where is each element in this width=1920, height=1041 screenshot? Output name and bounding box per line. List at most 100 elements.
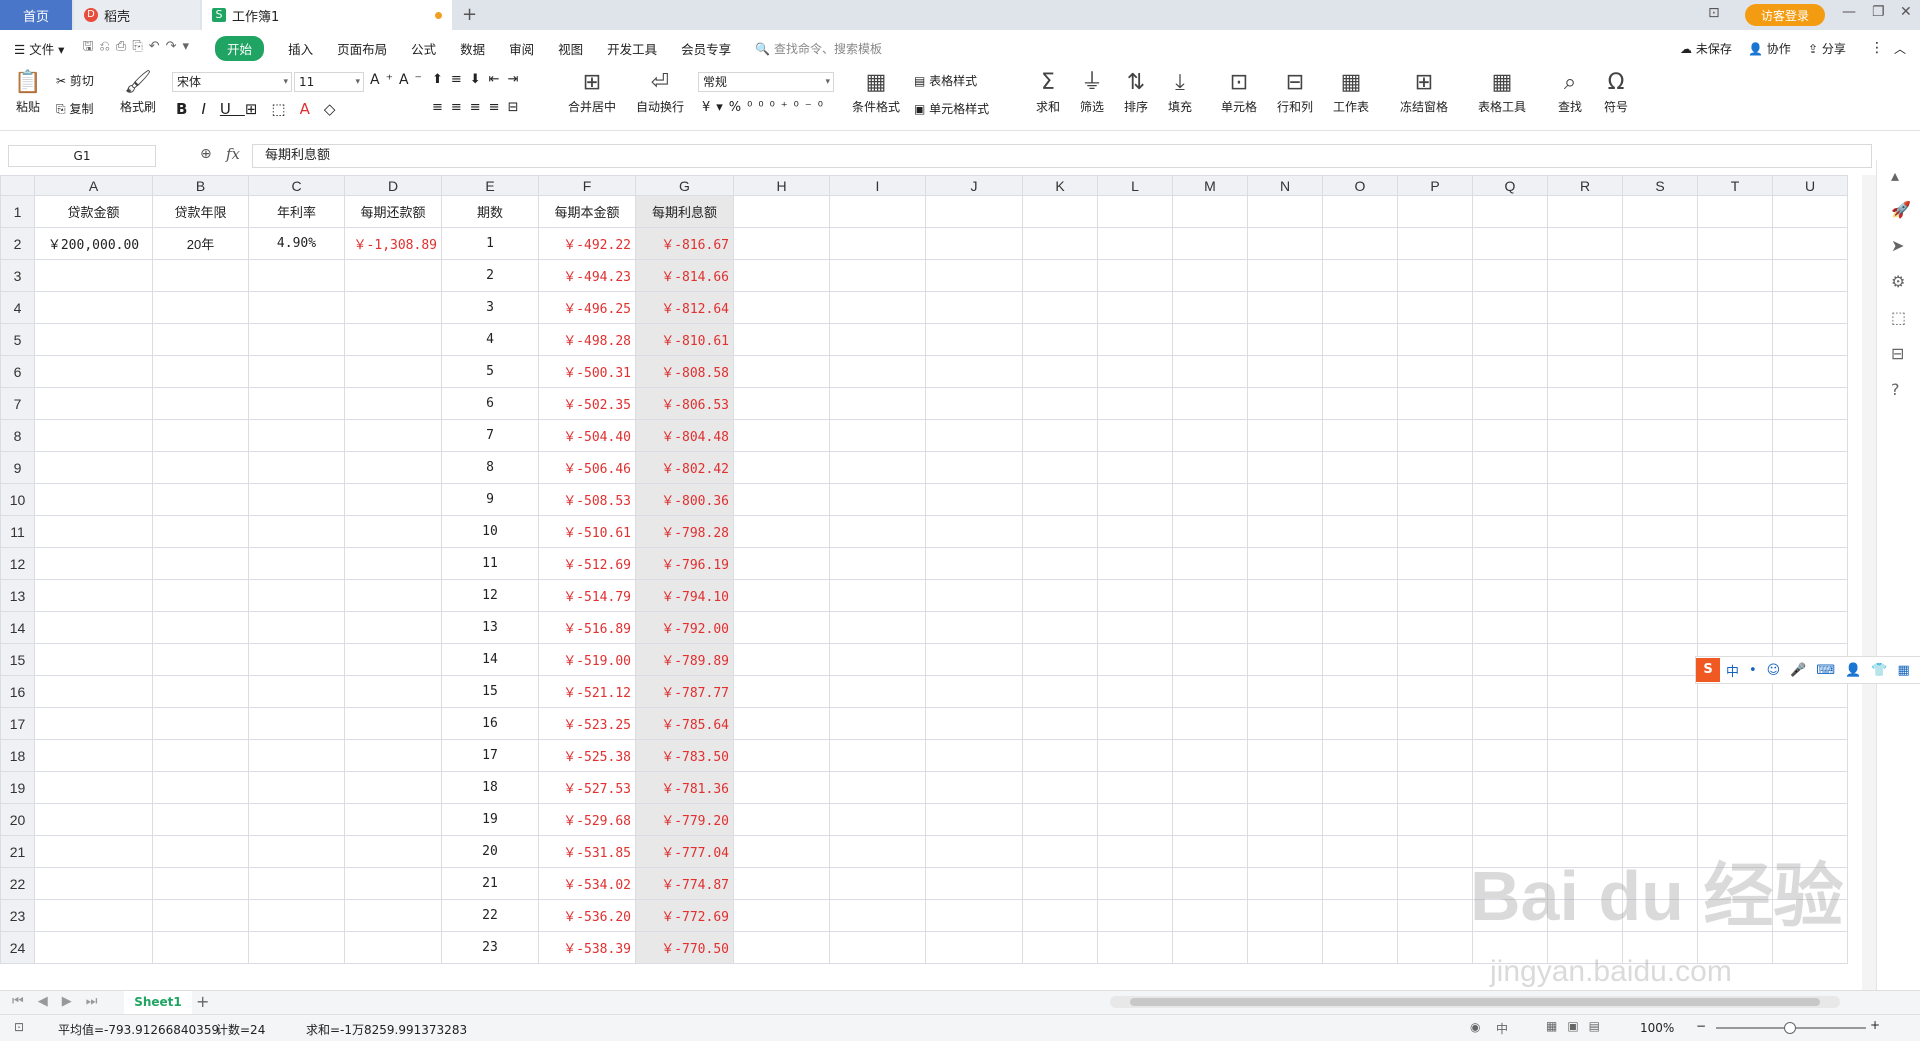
row-header[interactable]: 24 (0, 931, 35, 964)
cell[interactable] (1697, 387, 1773, 420)
fill-button[interactable]: ⤓ 填充 (1162, 70, 1198, 115)
cell[interactable] (1472, 675, 1548, 708)
cell[interactable] (1247, 323, 1323, 356)
cell[interactable] (1022, 547, 1098, 580)
cell[interactable] (1622, 643, 1698, 676)
cell[interactable] (1697, 227, 1773, 260)
cell[interactable] (1172, 291, 1248, 324)
period-cell[interactable]: 5 (441, 355, 539, 388)
interest-cell[interactable]: ￥-814.66 (635, 259, 734, 292)
interest-cell[interactable]: ￥-789.89 (635, 643, 734, 676)
vertical-scrollbar[interactable] (1862, 175, 1876, 990)
minimize-icon[interactable]: — (1842, 4, 1856, 20)
sum-button[interactable]: Σ 求和 (1030, 70, 1066, 115)
period-cell[interactable]: 23 (441, 931, 539, 964)
cell[interactable] (829, 707, 926, 740)
cell[interactable] (925, 771, 1023, 804)
cell[interactable] (733, 771, 830, 804)
cell[interactable] (1022, 771, 1098, 804)
cell[interactable] (733, 259, 830, 292)
number-format-select[interactable]: 常规 (698, 72, 834, 92)
sheet-tab-sheet1[interactable]: Sheet1 (124, 991, 192, 1014)
period-cell[interactable]: 22 (441, 899, 539, 932)
quick-access-icons[interactable]: 🖫⎌⎙⎘↶↷▾ (82, 37, 195, 59)
cell[interactable] (1022, 419, 1098, 452)
cell[interactable] (1322, 483, 1398, 516)
row-header[interactable]: 3 (0, 259, 35, 292)
row-header[interactable]: 1 (0, 195, 35, 228)
collab-button[interactable]: 👤 协作 (1748, 40, 1791, 57)
cell[interactable] (34, 547, 153, 580)
cell[interactable] (1622, 227, 1698, 260)
cell[interactable] (152, 515, 249, 548)
interest-cell[interactable]: ￥-792.00 (635, 611, 734, 644)
cell[interactable] (1172, 611, 1248, 644)
cell[interactable] (1697, 483, 1773, 516)
cell[interactable] (248, 803, 345, 836)
auto-wrap-button[interactable]: ⏎ 自动换行 (632, 70, 688, 115)
loan-amount-cell[interactable]: ￥200,000.00 (34, 227, 153, 260)
principal-cell[interactable]: ￥-510.61 (538, 515, 636, 548)
cell[interactable] (344, 931, 442, 964)
cell[interactable] (1622, 387, 1698, 420)
row-header[interactable]: 17 (0, 707, 35, 740)
interest-cell[interactable]: ￥-812.64 (635, 291, 734, 324)
cell[interactable] (152, 771, 249, 804)
cell[interactable] (34, 739, 153, 772)
cell[interactable] (34, 259, 153, 292)
cell[interactable] (1697, 771, 1773, 804)
cell[interactable] (1097, 835, 1173, 868)
cell[interactable] (733, 515, 830, 548)
cell[interactable] (1772, 291, 1848, 324)
interest-cell[interactable]: ￥-794.10 (635, 579, 734, 612)
cell[interactable] (1397, 579, 1473, 612)
cell[interactable] (1097, 387, 1173, 420)
row-header[interactable]: 7 (0, 387, 35, 420)
cell[interactable] (1397, 323, 1473, 356)
row-header[interactable]: 12 (0, 547, 35, 580)
column-header-p[interactable]: P (1397, 175, 1473, 196)
cell[interactable] (1322, 579, 1398, 612)
cell[interactable] (733, 675, 830, 708)
principal-cell[interactable]: ￥-508.53 (538, 483, 636, 516)
period-cell[interactable]: 17 (441, 739, 539, 772)
cell[interactable] (1397, 195, 1473, 228)
period-cell[interactable]: 7 (441, 419, 539, 452)
cell[interactable] (1397, 739, 1473, 772)
menu-developer[interactable]: 开发工具 (607, 39, 657, 58)
cell[interactable] (1397, 931, 1473, 964)
cell[interactable] (733, 835, 830, 868)
cell[interactable] (733, 195, 830, 228)
cell[interactable] (1022, 323, 1098, 356)
cell[interactable] (1247, 483, 1323, 516)
horizontal-scrollbar[interactable] (1110, 996, 1840, 1008)
column-header-i[interactable]: I (829, 175, 926, 196)
cell[interactable] (1247, 675, 1323, 708)
cell[interactable] (1172, 803, 1248, 836)
cell[interactable] (248, 259, 345, 292)
cell[interactable] (1022, 355, 1098, 388)
cell[interactable] (152, 323, 249, 356)
header-cell[interactable]: 贷款年限 (152, 195, 249, 228)
cell[interactable] (1472, 771, 1548, 804)
row-header[interactable]: 5 (0, 323, 35, 356)
cell[interactable] (152, 483, 249, 516)
cell[interactable] (1397, 867, 1473, 900)
cell[interactable] (1622, 579, 1698, 612)
cell[interactable] (1397, 643, 1473, 676)
cell[interactable] (1772, 515, 1848, 548)
cell[interactable] (1697, 803, 1773, 836)
header-cell[interactable]: 期数 (441, 195, 539, 228)
formula-input[interactable]: 每期利息额 (252, 144, 1872, 168)
row-header[interactable]: 10 (0, 483, 35, 516)
cell[interactable] (1772, 195, 1848, 228)
cell[interactable] (1772, 803, 1848, 836)
cell[interactable] (344, 259, 442, 292)
cell[interactable] (1247, 547, 1323, 580)
cell[interactable] (1247, 419, 1323, 452)
cell[interactable] (1772, 419, 1848, 452)
cell[interactable] (344, 323, 442, 356)
cell[interactable] (1247, 515, 1323, 548)
cell[interactable] (248, 387, 345, 420)
cell[interactable] (1472, 419, 1548, 452)
